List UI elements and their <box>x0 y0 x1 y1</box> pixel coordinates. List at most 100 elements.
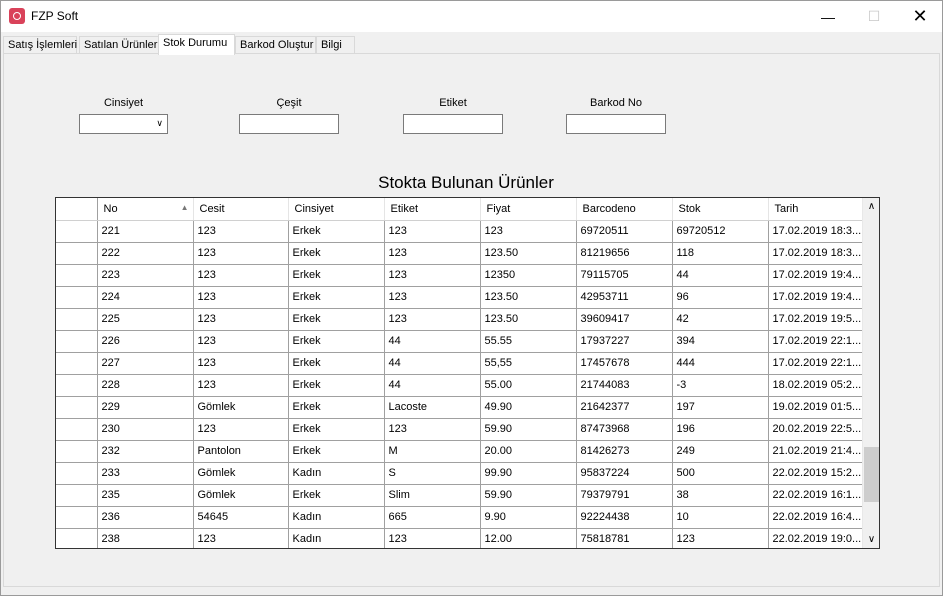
column-header-tarih[interactable]: Tarih <box>768 198 863 221</box>
table-row[interactable]: 225 123 Erkek 123 123.50 39609417 42 17.02.2019… <box>56 308 863 331</box>
minimize-button[interactable]: — <box>805 1 851 32</box>
row-header[interactable] <box>56 528 98 548</box>
cell-fiyat[interactable]: 123.50 <box>480 286 577 309</box>
row-header[interactable] <box>56 352 98 375</box>
row-header[interactable] <box>56 286 98 309</box>
cell-cinsiyet[interactable]: Kadın <box>288 528 385 548</box>
cell-cinsiyet[interactable]: Kadın <box>288 462 385 485</box>
cell-no[interactable]: 232 <box>97 440 194 463</box>
column-header-fiyat[interactable]: Fiyat <box>480 198 577 221</box>
cell-no[interactable]: 225 <box>97 308 194 331</box>
cell-stok[interactable]: 196 <box>672 418 769 441</box>
column-header-cinsiyet[interactable]: Cinsiyet <box>288 198 385 221</box>
cell-stok[interactable]: 42 <box>672 308 769 331</box>
cell-tarih[interactable]: 17.02.2019 19:4... <box>768 286 863 309</box>
cell-etiket[interactable]: 123 <box>384 308 481 331</box>
column-header-no[interactable]: No ▲ <box>97 198 194 221</box>
cell-stok[interactable]: 96 <box>672 286 769 309</box>
barkod-no-input[interactable] <box>566 114 666 134</box>
cell-etiket[interactable]: 44 <box>384 374 481 397</box>
vertical-scrollbar[interactable]: ∧ ∨ <box>862 198 879 548</box>
close-button[interactable]: ✕ <box>897 1 943 32</box>
row-header[interactable] <box>56 418 98 441</box>
etiket-input[interactable] <box>403 114 503 134</box>
maximize-button[interactable]: ☐ <box>851 1 897 32</box>
cell-cinsiyet[interactable]: Erkek <box>288 308 385 331</box>
column-header-stok[interactable]: Stok <box>672 198 769 221</box>
cell-tarih[interactable]: 17.02.2019 19:4... <box>768 264 863 287</box>
column-header-barcodeno[interactable]: Barcodeno <box>576 198 673 221</box>
cell-stok[interactable]: 500 <box>672 462 769 485</box>
cell-etiket[interactable]: M <box>384 440 481 463</box>
cell-cesit[interactable]: 123 <box>193 308 289 331</box>
cell-no[interactable]: 229 <box>97 396 194 419</box>
cell-barcodeno[interactable]: 69720511 <box>576 220 673 243</box>
row-header[interactable] <box>56 374 98 397</box>
cell-no[interactable]: 238 <box>97 528 194 548</box>
scroll-up-icon[interactable]: ∧ <box>863 198 879 215</box>
cell-fiyat[interactable]: 49.90 <box>480 396 577 419</box>
cell-stok[interactable]: 444 <box>672 352 769 375</box>
cell-stok[interactable]: 38 <box>672 484 769 507</box>
cell-etiket[interactable]: 123 <box>384 286 481 309</box>
cell-cinsiyet[interactable]: Erkek <box>288 264 385 287</box>
row-header[interactable] <box>56 220 98 243</box>
cell-fiyat[interactable]: 123.50 <box>480 242 577 265</box>
cell-no[interactable]: 233 <box>97 462 194 485</box>
row-header[interactable] <box>56 506 98 529</box>
table-row[interactable]: 229 Gömlek Erkek Lacoste 49.90 21642377 197 19.… <box>56 396 863 419</box>
cell-cesit[interactable]: 123 <box>193 220 289 243</box>
cell-barcodeno[interactable]: 92224438 <box>576 506 673 529</box>
table-row[interactable]: 222 123 Erkek 123 123.50 81219656 118 17.02.201… <box>56 242 863 265</box>
cell-cesit[interactable]: 123 <box>193 352 289 375</box>
cell-fiyat[interactable]: 12.00 <box>480 528 577 548</box>
cell-no[interactable]: 222 <box>97 242 194 265</box>
cell-cinsiyet[interactable]: Erkek <box>288 220 385 243</box>
cell-fiyat[interactable]: 99.90 <box>480 462 577 485</box>
cell-cesit[interactable]: 123 <box>193 528 289 548</box>
cell-stok[interactable]: 249 <box>672 440 769 463</box>
row-header[interactable] <box>56 462 98 485</box>
cell-cesit[interactable]: 123 <box>193 264 289 287</box>
cell-tarih[interactable]: 17.02.2019 18:3... <box>768 220 863 243</box>
cell-cinsiyet[interactable]: Erkek <box>288 396 385 419</box>
cell-etiket[interactable]: 123 <box>384 264 481 287</box>
cell-cinsiyet[interactable]: Erkek <box>288 484 385 507</box>
cell-no[interactable]: 230 <box>97 418 194 441</box>
stock-data-grid[interactable]: No ▲ Cesit Cinsiyet Etiket Fiyat Barcoden… <box>55 197 880 549</box>
cell-etiket[interactable]: 123 <box>384 220 481 243</box>
row-header[interactable] <box>56 484 98 507</box>
cell-no[interactable]: 226 <box>97 330 194 353</box>
table-row[interactable]: 221 123 Erkek 123 123 69720511 69720512 17.02.2… <box>56 220 863 243</box>
cell-tarih[interactable]: 22.02.2019 15:2... <box>768 462 863 485</box>
cell-cesit[interactable]: 123 <box>193 374 289 397</box>
cell-etiket[interactable]: Slim <box>384 484 481 507</box>
cell-etiket[interactable]: 123 <box>384 242 481 265</box>
cell-fiyat[interactable]: 55,55 <box>480 352 577 375</box>
cell-cesit[interactable]: Pantolon <box>193 440 289 463</box>
table-row[interactable]: 236 54645 Kadın 665 9.90 92224438 10 22.02.2019… <box>56 506 863 529</box>
tab-barkod-olustur[interactable]: Barkod Oluştur <box>235 36 316 54</box>
cell-cesit[interactable]: 54645 <box>193 506 289 529</box>
table-row[interactable]: 233 Gömlek Kadın S 99.90 95837224 500 22.02.201… <box>56 462 863 485</box>
tab-bilgi[interactable]: Bilgi <box>316 36 355 54</box>
cell-etiket[interactable]: 44 <box>384 352 481 375</box>
row-header[interactable] <box>56 396 98 419</box>
cell-fiyat[interactable]: 123 <box>480 220 577 243</box>
tab-satilan-urunler[interactable]: Satılan Ürünler <box>79 36 159 54</box>
cell-cesit[interactable]: Gömlek <box>193 462 289 485</box>
cell-stok[interactable]: 394 <box>672 330 769 353</box>
row-header[interactable] <box>56 308 98 331</box>
cell-barcodeno[interactable]: 81426273 <box>576 440 673 463</box>
cell-tarih[interactable]: 22.02.2019 16:1... <box>768 484 863 507</box>
cell-stok[interactable]: 123 <box>672 528 769 548</box>
cell-tarih[interactable]: 17.02.2019 22:1... <box>768 352 863 375</box>
cell-stok[interactable]: 10 <box>672 506 769 529</box>
cell-barcodeno[interactable]: 79379791 <box>576 484 673 507</box>
table-row[interactable]: 228 123 Erkek 44 55.00 21744083 -3 18.02.2019 0… <box>56 374 863 397</box>
cell-stok[interactable]: 69720512 <box>672 220 769 243</box>
cell-cesit[interactable]: 123 <box>193 242 289 265</box>
row-header[interactable] <box>56 440 98 463</box>
cell-etiket[interactable]: Lacoste <box>384 396 481 419</box>
cell-fiyat[interactable]: 59.90 <box>480 484 577 507</box>
